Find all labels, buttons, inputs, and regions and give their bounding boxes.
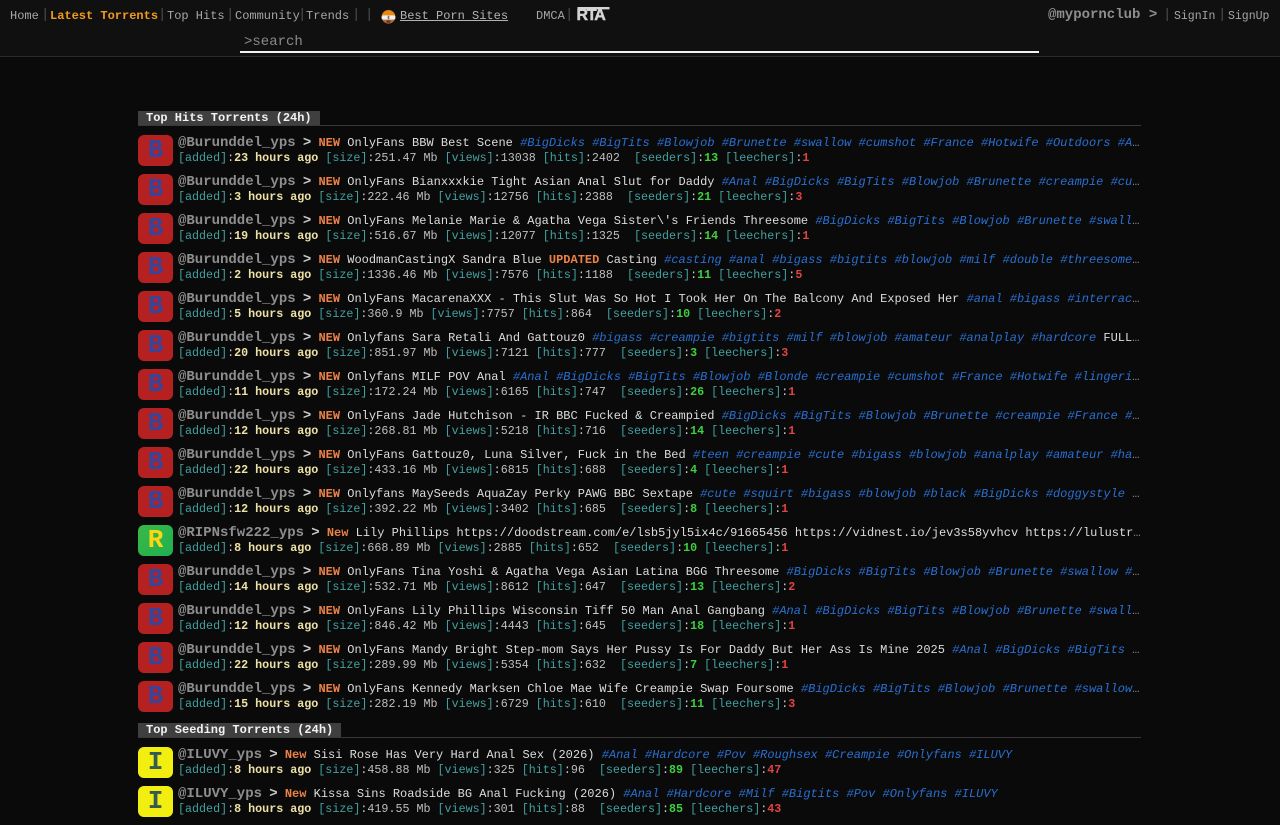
svg-text:RTA: RTA (577, 7, 606, 21)
